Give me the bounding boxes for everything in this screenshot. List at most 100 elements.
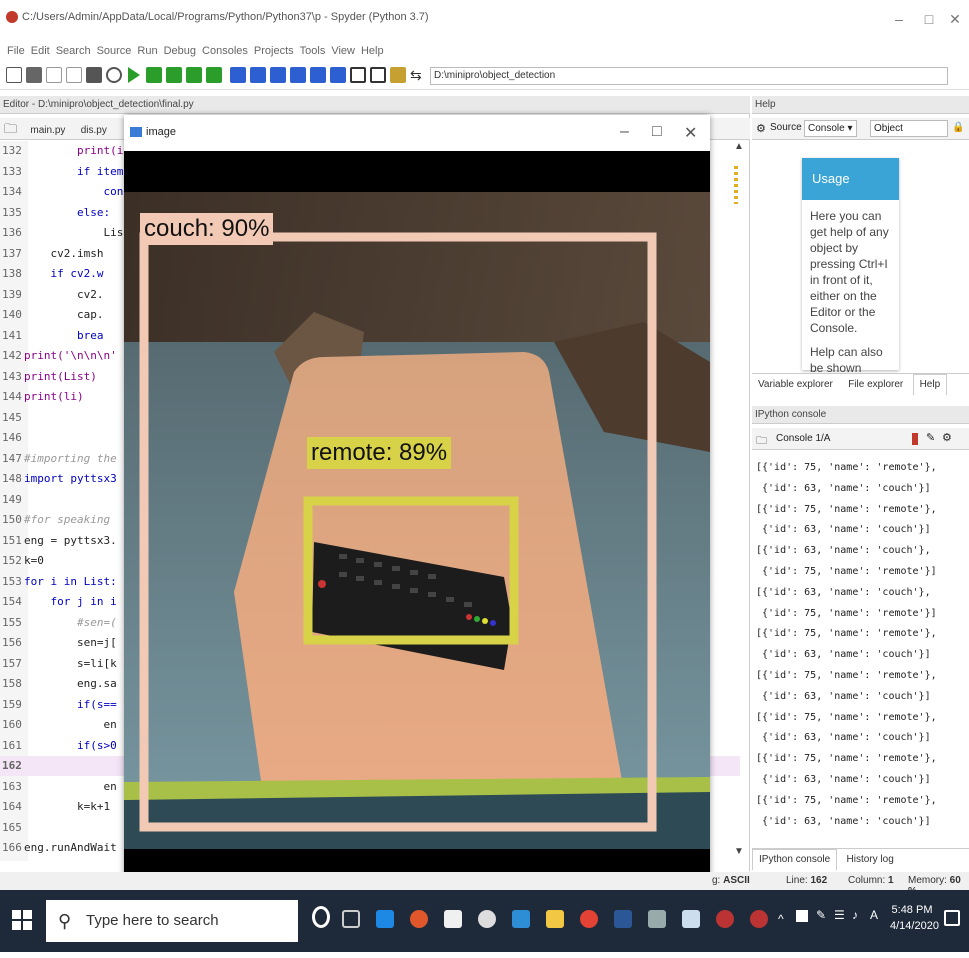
scroll-up-icon[interactable]: ▲ xyxy=(734,141,746,153)
store-icon[interactable] xyxy=(444,910,462,928)
at-icon[interactable] xyxy=(106,67,122,83)
save-icon[interactable] xyxy=(46,67,62,83)
menu-help[interactable]: Help xyxy=(358,40,387,62)
minimize-button[interactable]: – xyxy=(888,8,910,30)
volume-icon[interactable]: ♪ xyxy=(852,908,858,922)
save-all-icon[interactable] xyxy=(66,67,82,83)
task-view-icon[interactable] xyxy=(342,910,360,928)
image-close-button[interactable]: ✕ xyxy=(684,123,697,143)
stop-kernel-icon[interactable] xyxy=(912,433,918,445)
run-cell-advance-icon[interactable] xyxy=(166,67,182,83)
pen-icon[interactable]: ✎ xyxy=(816,908,826,922)
new-file-icon[interactable] xyxy=(6,67,22,83)
clock-time: 5:48 PM xyxy=(891,904,933,916)
line-number: 139 xyxy=(2,287,22,301)
tab-history-log[interactable]: History log xyxy=(841,850,900,870)
menu-view[interactable]: View xyxy=(328,40,358,62)
tab-file-explorer[interactable]: File explorer xyxy=(842,375,909,395)
image-minimize-button[interactable]: – xyxy=(620,123,629,141)
tray-chevron-icon[interactable]: ^ xyxy=(778,912,784,926)
code-text: sen=j[ xyxy=(24,636,117,649)
edge-browser-icon[interactable] xyxy=(376,910,394,928)
menu-tools[interactable]: Tools xyxy=(297,40,329,62)
network-icon[interactable]: ☰ xyxy=(834,908,845,922)
list-icon[interactable] xyxy=(86,67,102,83)
line-number: 144 xyxy=(2,390,22,403)
couch-detection-label: couch: 90% xyxy=(140,213,274,245)
code-text: if(s== xyxy=(24,697,117,711)
spyder-app-icon xyxy=(6,11,18,23)
close-button[interactable]: ✕ xyxy=(944,8,966,30)
line-number: 133 xyxy=(2,164,22,178)
debug-icon[interactable] xyxy=(230,67,246,83)
clock[interactable]: 5:48 PM 4/14/2020 xyxy=(890,904,939,932)
menu-edit[interactable]: Edit xyxy=(28,40,53,62)
tab-variable-explorer[interactable]: Variable explorer xyxy=(752,375,839,395)
chrome-icon[interactable] xyxy=(580,910,598,928)
gear-icon[interactable]: ⚙ xyxy=(756,122,766,135)
object-input[interactable]: Object xyxy=(870,120,948,137)
powerpoint-icon[interactable] xyxy=(410,910,428,928)
lock-icon[interactable]: 🔒 xyxy=(952,122,964,133)
step-icon[interactable] xyxy=(250,67,266,83)
tab-ipython-console[interactable]: IPython console xyxy=(752,849,838,870)
menu-source[interactable]: Source xyxy=(94,40,135,62)
clock-date: 4/14/2020 xyxy=(890,920,939,932)
source-select[interactable]: Console ▾ xyxy=(804,120,857,137)
scroll-down-icon[interactable]: ▼ xyxy=(734,846,746,858)
calculator-icon[interactable] xyxy=(648,910,666,928)
console-tab[interactable]: Console 1/A xyxy=(776,433,830,444)
console-gear-icon[interactable]: ⚙ xyxy=(942,431,952,444)
tab-help[interactable]: Help xyxy=(912,374,948,395)
step-into-icon[interactable] xyxy=(270,67,286,83)
working-directory-input[interactable]: D:\minipro\object_detection xyxy=(430,67,948,85)
run-icon[interactable] xyxy=(128,67,140,83)
line-number: 162 xyxy=(2,759,22,772)
notification-icon[interactable] xyxy=(944,910,960,926)
menu-file[interactable]: File xyxy=(4,40,28,62)
column-value: 1 xyxy=(888,875,894,886)
camera-frame: couch: 90% remote: 89% xyxy=(124,192,710,849)
maximize-pane-icon[interactable] xyxy=(350,67,366,83)
spyder-task-icon[interactable] xyxy=(716,910,734,928)
preferences-icon[interactable] xyxy=(390,67,406,83)
open-file-icon[interactable] xyxy=(26,67,42,83)
language-icon[interactable]: A xyxy=(870,908,878,922)
cortana-icon[interactable] xyxy=(312,906,330,928)
maximize-button[interactable]: □ xyxy=(918,8,940,30)
menu-projects[interactable]: Projects xyxy=(251,40,297,62)
taskbar-search-box[interactable]: ⚲ Type here to search xyxy=(46,900,298,942)
run-selection-icon[interactable] xyxy=(186,67,202,83)
line-number: 134 xyxy=(2,185,22,198)
settings-icon[interactable] xyxy=(478,910,496,928)
editor-tab-main[interactable]: main.py xyxy=(24,120,71,142)
step-return-icon[interactable] xyxy=(290,67,306,83)
python-task-icon[interactable] xyxy=(750,910,768,928)
mail-icon[interactable] xyxy=(512,910,530,928)
file-explorer-icon[interactable] xyxy=(546,910,564,928)
python-path-icon[interactable]: ⇆ xyxy=(410,67,426,83)
menu-run[interactable]: Run xyxy=(134,40,160,62)
console-line: {'id': 63, 'name': 'couch'}] xyxy=(756,524,931,536)
code-text: cv2.imsh xyxy=(24,246,104,260)
windows-start-icon[interactable] xyxy=(12,910,32,930)
menu-debug[interactable]: Debug xyxy=(161,40,199,62)
folder-icon[interactable]: 🗀 xyxy=(756,432,767,451)
line-number: 159 xyxy=(2,697,22,711)
run-cell-icon[interactable] xyxy=(146,67,162,83)
menu-search[interactable]: Search xyxy=(53,40,94,62)
rerun-icon[interactable] xyxy=(206,67,222,83)
console-output[interactable]: [{'id': 75, 'name': 'remote'}, {'id': 63… xyxy=(756,458,952,832)
edit-icon[interactable]: ✎ xyxy=(926,431,935,444)
editor-tab-dis[interactable]: dis.py xyxy=(75,120,113,142)
line-number: 154 xyxy=(2,595,22,608)
browse-tabs-icon[interactable]: 🗀 xyxy=(0,118,21,140)
notepad-icon[interactable] xyxy=(682,910,700,928)
word-icon[interactable] xyxy=(614,910,632,928)
battery-icon[interactable] xyxy=(796,910,808,922)
continue-icon[interactable] xyxy=(310,67,326,83)
stop-debug-icon[interactable] xyxy=(330,67,346,83)
fullscreen-icon[interactable] xyxy=(370,67,386,83)
image-maximize-button[interactable]: □ xyxy=(652,123,662,141)
menu-consoles[interactable]: Consoles xyxy=(199,40,251,62)
